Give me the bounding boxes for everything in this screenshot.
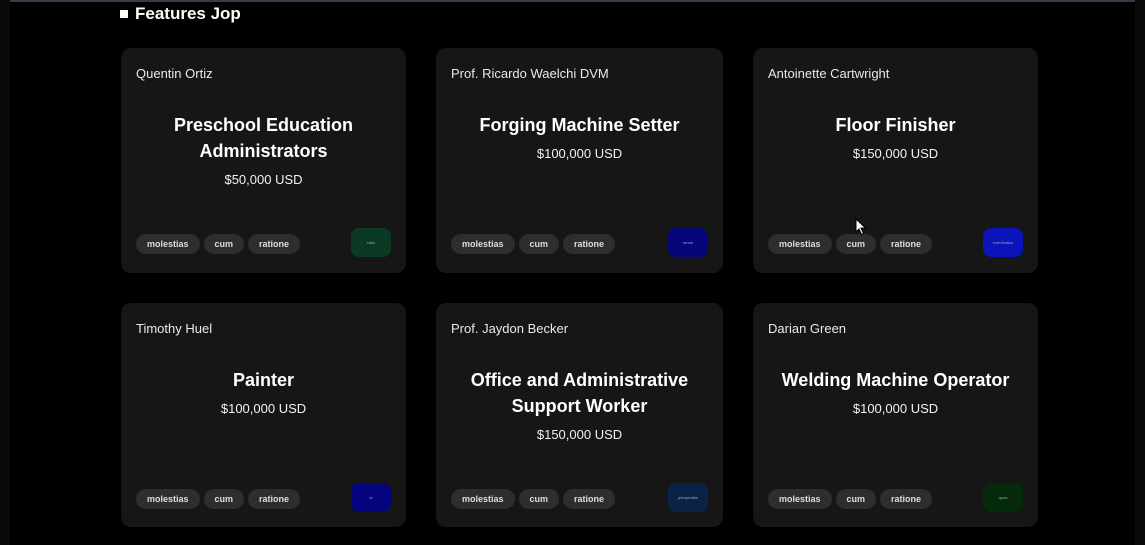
job-title-block: Preschool Education Administrators $50,0…: [131, 112, 396, 187]
job-title-block: Welding Machine Operator $100,000 USD: [763, 367, 1028, 416]
tag[interactable]: molestias: [451, 489, 515, 509]
job-author: Quentin Ortiz: [136, 66, 213, 81]
tag[interactable]: ratione: [880, 234, 933, 254]
tag[interactable]: ratione: [880, 489, 933, 509]
tag[interactable]: molestias: [768, 234, 832, 254]
tag[interactable]: cum: [518, 489, 560, 509]
tag[interactable]: molestias: [136, 489, 200, 509]
job-card[interactable]: Darian Green Welding Machine Operator $1…: [753, 303, 1038, 527]
tag-list: molestias cum ratione: [451, 489, 616, 509]
section-title: Features Jop: [135, 4, 241, 23]
job-author: Prof. Jaydon Becker: [451, 321, 569, 336]
company-logo[interactable]: exercitation: [983, 228, 1023, 257]
job-card[interactable]: Prof. Ricardo Waelchi DVM Forging Machin…: [436, 48, 723, 273]
top-border: [0, 0, 1145, 2]
job-card[interactable]: Quentin Ortiz Preschool Education Admini…: [121, 48, 406, 273]
job-salary: $150,000 USD: [852, 146, 939, 161]
left-edge: [0, 0, 10, 545]
job-title-block: Floor Finisher $150,000 USD: [763, 112, 1028, 161]
tag[interactable]: ratione: [563, 489, 616, 509]
company-logo[interactable]: et: [351, 483, 391, 512]
company-logo[interactable]: ratio: [351, 228, 391, 257]
job-salary: $50,000 USD: [224, 172, 303, 187]
job-author: Darian Green: [768, 321, 847, 336]
right-edge: [1135, 0, 1145, 545]
section-heading: Features Jop: [120, 4, 241, 24]
job-title[interactable]: Preschool Education Administrators: [131, 112, 396, 164]
tag[interactable]: molestias: [451, 234, 515, 254]
job-title[interactable]: Floor Finisher: [763, 112, 1028, 138]
job-salary: $100,000 USD: [852, 401, 939, 416]
job-title[interactable]: Forging Machine Setter: [446, 112, 713, 138]
tag[interactable]: ratione: [248, 234, 301, 254]
job-author: Antoinette Cartwright: [768, 66, 890, 81]
tag-list: molestias cum ratione: [768, 489, 933, 509]
job-title-block: Forging Machine Setter $100,000 USD: [446, 112, 713, 161]
tag[interactable]: molestias: [768, 489, 832, 509]
tag-list: molestias cum ratione: [136, 234, 301, 254]
tag[interactable]: ratione: [248, 489, 301, 509]
job-card[interactable]: Antoinette Cartwright Floor Finisher $15…: [753, 48, 1038, 273]
tag-list: molestias cum ratione: [136, 489, 301, 509]
job-title-block: Painter $100,000 USD: [131, 367, 396, 416]
tag[interactable]: cum: [203, 489, 245, 509]
job-title[interactable]: Welding Machine Operator: [763, 367, 1028, 393]
job-title-block: Office and Administrative Support Worker…: [446, 367, 713, 442]
job-title[interactable]: Office and Administrative Support Worker: [446, 367, 713, 419]
job-salary: $100,000 USD: [536, 146, 623, 161]
mouse-cursor-icon: [855, 218, 867, 236]
job-salary: $150,000 USD: [536, 427, 623, 442]
job-card[interactable]: Timothy Huel Painter $100,000 USD molest…: [121, 303, 406, 527]
job-author: Timothy Huel: [136, 321, 213, 336]
job-title[interactable]: Painter: [131, 367, 396, 393]
tag[interactable]: cum: [518, 234, 560, 254]
company-logo[interactable]: perspiciatis: [668, 483, 708, 512]
job-card[interactable]: Prof. Jaydon Becker Office and Administr…: [436, 303, 723, 527]
job-salary: $100,000 USD: [220, 401, 307, 416]
job-author: Prof. Ricardo Waelchi DVM: [451, 66, 609, 81]
tag[interactable]: cum: [835, 234, 877, 254]
square-bullet-icon: [120, 10, 128, 18]
company-logo[interactable]: quos: [983, 483, 1023, 512]
company-logo[interactable]: rerum: [668, 228, 708, 257]
tag-list: molestias cum ratione: [768, 234, 933, 254]
tag[interactable]: cum: [203, 234, 245, 254]
tag[interactable]: molestias: [136, 234, 200, 254]
tag[interactable]: cum: [835, 489, 877, 509]
job-grid: Quentin Ortiz Preschool Education Admini…: [121, 48, 1038, 527]
tag[interactable]: ratione: [563, 234, 616, 254]
tag-list: molestias cum ratione: [451, 234, 616, 254]
